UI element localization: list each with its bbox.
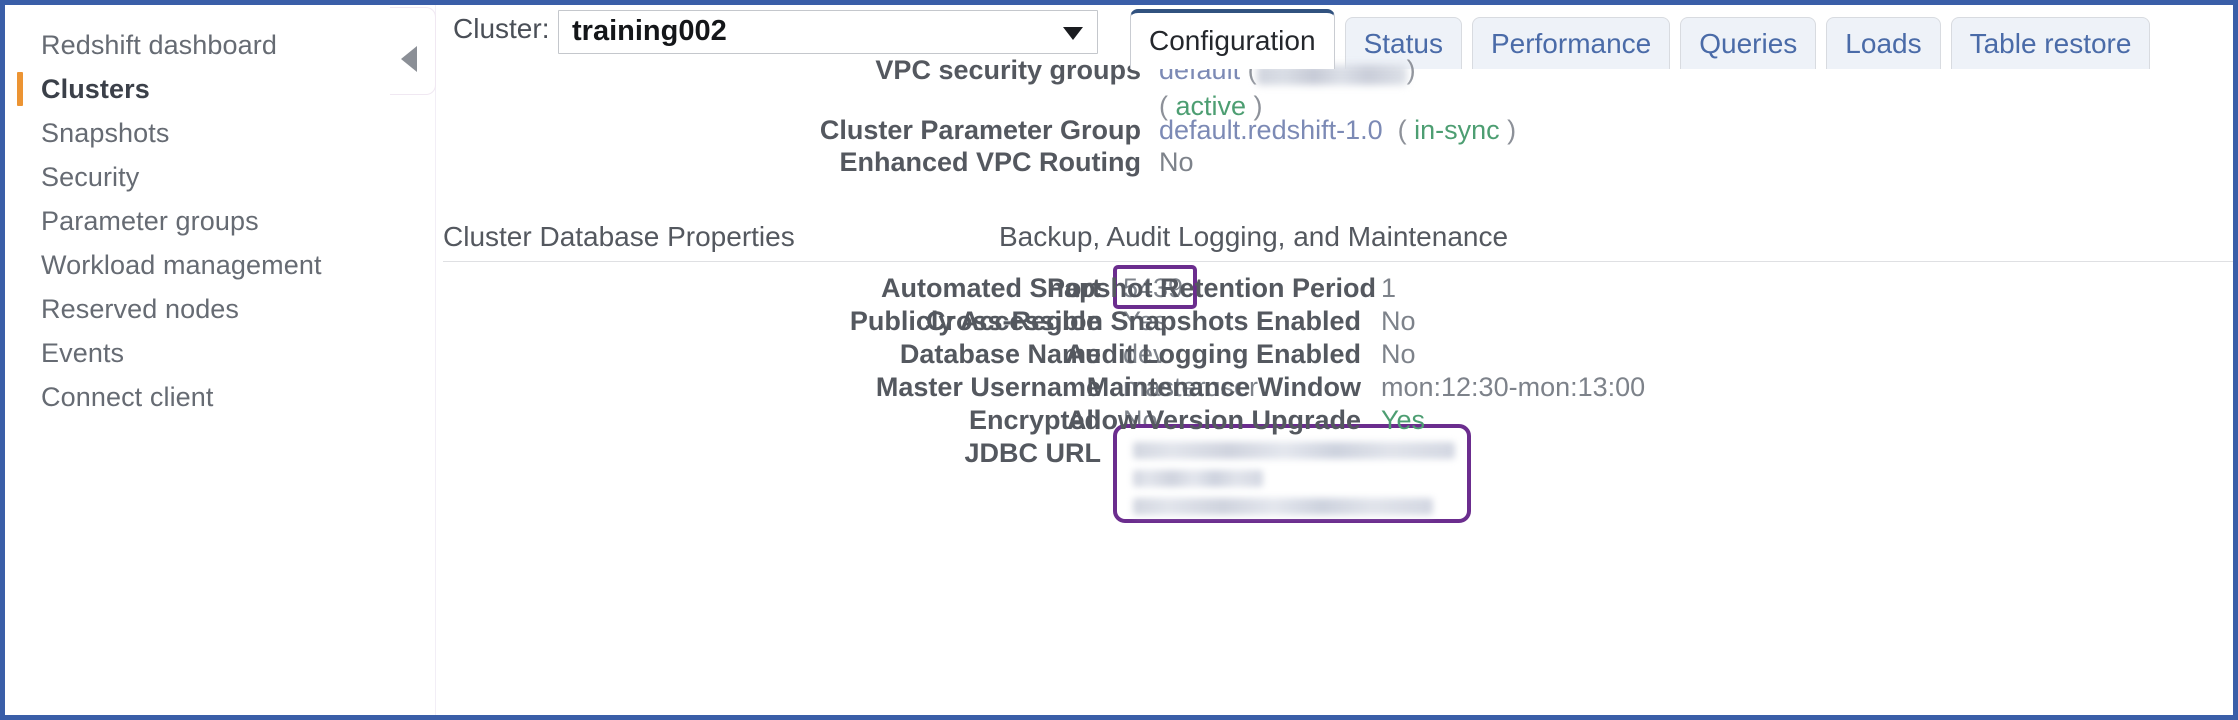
property-row-allow-version-upgrade: Allow Version Upgrade bbox=[881, 405, 1361, 436]
sidebar-item-label: Events bbox=[41, 337, 125, 368]
property-label: Automated Snapshot Retention Period bbox=[881, 273, 1377, 303]
sidebar-navigation: Redshift dashboard Clusters Snapshots Se… bbox=[5, 5, 435, 715]
sidebar-item-redshift-dashboard[interactable]: Redshift dashboard bbox=[5, 23, 435, 67]
redacted-jdbc-url-line bbox=[1133, 498, 1433, 515]
property-label: JDBC URL bbox=[964, 438, 1101, 468]
tab-performance[interactable]: Performance bbox=[1471, 17, 1671, 69]
tab-table-restore[interactable]: Table restore bbox=[1950, 17, 2151, 69]
property-value-allow-version-upgrade: Yes bbox=[1381, 405, 1426, 435]
sidebar-item-label: Connect client bbox=[41, 381, 214, 412]
status-badge: in-sync bbox=[1414, 115, 1500, 145]
sidebar-item-workload-management[interactable]: Workload management bbox=[5, 243, 435, 287]
property-label: Audit Logging Enabled bbox=[1065, 339, 1361, 369]
property-row-cross-region-snapshots: Cross-Region Snapshots Enabled bbox=[881, 306, 1361, 337]
section-title-database-properties: Cluster Database Properties bbox=[443, 221, 795, 252]
cluster-select-value: training002 bbox=[572, 15, 727, 47]
property-row-cluster-parameter-group: Cluster Parameter Group bbox=[441, 115, 1181, 146]
section-title-backup-audit-maintenance: Backup, Audit Logging, and Maintenance bbox=[999, 221, 1509, 252]
sidebar-item-reserved-nodes[interactable]: Reserved nodes bbox=[5, 287, 435, 331]
tab-configuration[interactable]: Configuration bbox=[1130, 9, 1335, 69]
active-item-marker bbox=[17, 72, 23, 106]
left-triangle-icon bbox=[401, 46, 417, 72]
sidebar-item-label: Workload management bbox=[41, 249, 322, 280]
property-row-enhanced-vpc-routing: Enhanced VPC Routing bbox=[441, 147, 1181, 178]
property-row-snapshot-retention: Automated Snapshot Retention Period bbox=[881, 273, 1377, 304]
chevron-down-icon bbox=[1063, 27, 1083, 40]
tab-label: Queries bbox=[1699, 27, 1798, 59]
cluster-selector-label: Cluster: bbox=[453, 13, 550, 44]
tab-label: Loads bbox=[1845, 27, 1922, 59]
sidebar-item-snapshots[interactable]: Snapshots bbox=[5, 111, 435, 155]
property-value-enhanced-vpc-routing: No bbox=[1159, 147, 1194, 177]
sidebar-item-events[interactable]: Events bbox=[5, 331, 435, 375]
sidebar-item-parameter-groups[interactable]: Parameter groups bbox=[5, 199, 435, 243]
sidebar-divider bbox=[435, 5, 436, 715]
property-row-maintenance-window: Maintenance Window bbox=[881, 372, 1361, 403]
sidebar-item-connect-client[interactable]: Connect client bbox=[5, 375, 435, 419]
tab-loads[interactable]: Loads bbox=[1826, 17, 1941, 69]
sidebar-collapse-button[interactable] bbox=[390, 7, 436, 95]
property-value-maintenance-window: mon:12:30-mon:13:00 bbox=[1381, 372, 1646, 402]
section-rule bbox=[999, 261, 2233, 262]
tab-label: Table restore bbox=[1969, 27, 2132, 59]
property-label: Maintenance Window bbox=[1086, 372, 1361, 402]
tab-bar: Configuration Status Performance Queries… bbox=[1130, 9, 2160, 69]
property-value-audit-logging: No bbox=[1381, 339, 1416, 369]
property-label: Enhanced VPC Routing bbox=[839, 147, 1141, 177]
configuration-panel: VPC security groups default () ( active … bbox=[441, 55, 2233, 715]
property-row-vpc-security-groups: VPC security groups bbox=[441, 55, 1181, 86]
parameter-group-link[interactable]: default.redshift-1.0 bbox=[1159, 115, 1383, 145]
property-value-cross-region-snapshots: No bbox=[1381, 306, 1416, 336]
tab-label: Performance bbox=[1490, 27, 1652, 59]
property-label: VPC security groups bbox=[875, 55, 1141, 85]
property-row-jdbc-url: JDBC URL bbox=[441, 438, 1141, 469]
property-value-snapshot-retention: 1 bbox=[1381, 273, 1397, 303]
sidebar-item-label: Reserved nodes bbox=[41, 293, 240, 324]
jdbc-url-highlight-box[interactable] bbox=[1113, 424, 1471, 523]
sidebar-item-label: Parameter groups bbox=[41, 205, 259, 236]
redshift-console-screenshot: Redshift dashboard Clusters Snapshots Se… bbox=[0, 0, 2238, 720]
property-label: Cross-Region Snapshots Enabled bbox=[925, 306, 1361, 336]
property-row-audit-logging: Audit Logging Enabled bbox=[881, 339, 1361, 370]
property-label: Cluster Parameter Group bbox=[819, 115, 1141, 145]
sidebar-item-clusters[interactable]: Clusters bbox=[5, 67, 435, 111]
tab-label: Configuration bbox=[1149, 25, 1316, 56]
property-label: Allow Version Upgrade bbox=[1066, 405, 1361, 435]
sidebar-item-label: Redshift dashboard bbox=[41, 29, 277, 60]
redacted-jdbc-url-line bbox=[1133, 442, 1455, 459]
sidebar-item-label: Clusters bbox=[41, 73, 150, 104]
redacted-jdbc-url-line bbox=[1133, 470, 1263, 487]
sidebar-item-label: Security bbox=[41, 161, 140, 192]
sidebar-item-label: Snapshots bbox=[41, 117, 170, 148]
sidebar-item-security[interactable]: Security bbox=[5, 155, 435, 199]
cluster-select[interactable]: training002 bbox=[558, 10, 1098, 54]
tab-queries[interactable]: Queries bbox=[1680, 17, 1817, 69]
property-value-cluster-parameter-group: default.redshift-1.0 ( in-sync ) bbox=[1159, 115, 1517, 145]
